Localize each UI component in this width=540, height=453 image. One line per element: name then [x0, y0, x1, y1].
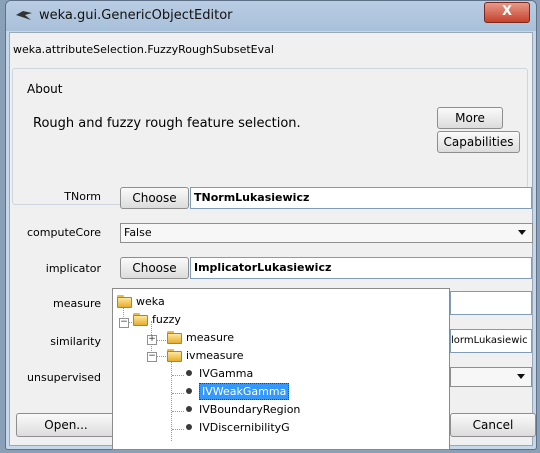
about-title: About	[25, 82, 65, 96]
computecore-dropdown[interactable]: False	[120, 223, 533, 243]
chevron-down-icon	[517, 374, 525, 379]
tree-connector	[172, 393, 184, 394]
measure-label: measure	[53, 297, 101, 310]
tnorm-label: TNorm	[64, 190, 101, 203]
tnorm-choose-button[interactable]: Choose	[120, 187, 189, 209]
tree-leaf-ivgamma[interactable]: IVGamma	[186, 367, 253, 383]
tree-node-weka[interactable]: weka	[117, 295, 165, 311]
tnorm-value-field[interactable]: TNormLukasiewicz	[190, 187, 532, 209]
close-button[interactable]: X	[484, 2, 530, 23]
unsupervised-label: unsupervised	[27, 371, 101, 384]
class-bullet-icon	[186, 388, 192, 394]
class-bullet-icon	[186, 370, 192, 376]
implicator-choose-button[interactable]: Choose	[120, 257, 189, 279]
weka-bird-icon	[16, 11, 32, 20]
folder-icon	[117, 295, 133, 308]
class-name-label: weka.attributeSelection.FuzzyRoughSubset…	[13, 43, 274, 56]
chevron-down-icon	[518, 230, 526, 235]
implicator-value-field[interactable]: ImplicatorLukasiewicz	[190, 257, 532, 279]
about-panel: About Rough and fuzzy rough feature sele…	[12, 68, 528, 205]
tree-connector	[172, 411, 184, 412]
implicator-label: implicator	[45, 262, 101, 275]
folder-icon	[133, 313, 149, 326]
tree-node-ivmeasure[interactable]: ivmeasure	[167, 349, 244, 365]
title-bar[interactable]: weka.gui.GenericObjectEditor X	[6, 1, 536, 31]
open-button[interactable]: Open...	[16, 413, 116, 437]
collapse-icon[interactable]: −	[119, 318, 129, 328]
collapse-icon[interactable]: −	[147, 352, 157, 362]
tree-leaf-ivdiscernibilityg[interactable]: IVDiscernibilityG	[186, 421, 290, 437]
similarity-label: similarity	[50, 335, 101, 348]
more-button[interactable]: More	[437, 107, 503, 129]
unsupervised-dropdown[interactable]	[450, 367, 532, 387]
folder-icon	[167, 331, 183, 344]
expand-icon[interactable]: +	[147, 335, 157, 345]
selected-item-label: IVWeakGamma	[199, 383, 290, 400]
tree-connector	[172, 429, 184, 430]
capabilities-button[interactable]: Capabilities	[437, 131, 520, 153]
tree-node-measure[interactable]: measure	[167, 331, 234, 347]
about-text: Rough and fuzzy rough feature selection.	[33, 116, 301, 131]
tree-leaf-ivweakgamma[interactable]: IVWeakGamma	[186, 383, 290, 401]
class-bullet-icon	[186, 406, 192, 412]
measure-value-field[interactable]	[450, 291, 532, 315]
window-title: weka.gui.GenericObjectEditor	[39, 8, 233, 23]
folder-icon	[167, 349, 183, 362]
similarity-value-field[interactable]: lormLukasiewic	[450, 329, 532, 353]
computecore-value: False	[124, 226, 152, 239]
tree-leaf-ivboundaryregion[interactable]: IVBoundaryRegion	[186, 403, 300, 419]
cancel-button[interactable]: Cancel	[450, 413, 536, 437]
class-tree-popup[interactable]: weka − fuzzy + measure − ivmeasure IVGam…	[112, 288, 450, 450]
tree-connector	[172, 375, 184, 376]
computecore-label: computeCore	[27, 226, 101, 239]
tree-node-fuzzy[interactable]: fuzzy	[133, 313, 181, 329]
class-bullet-icon	[186, 424, 192, 430]
